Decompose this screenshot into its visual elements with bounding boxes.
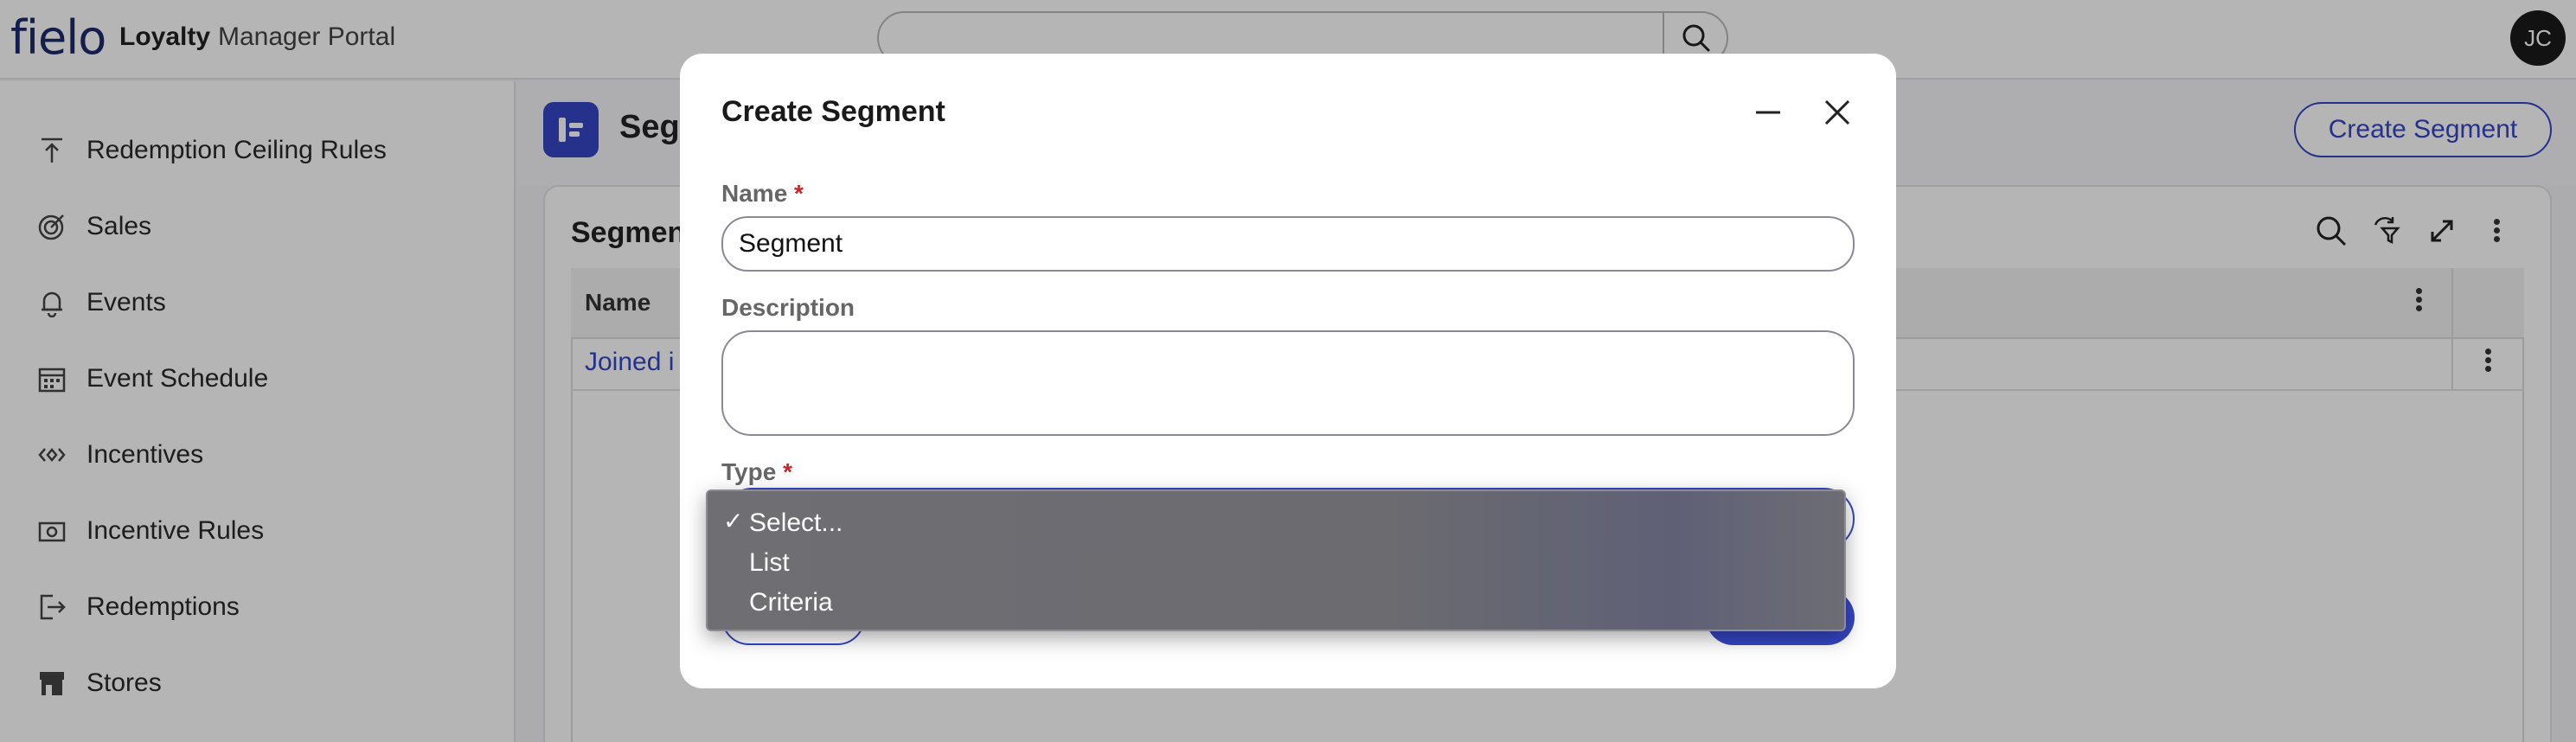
type-field-label: Type * — [721, 458, 792, 486]
dropdown-option-label: Criteria — [749, 588, 833, 617]
description-textarea[interactable] — [721, 330, 1855, 436]
name-field-label: Name * — [721, 180, 804, 208]
checkmark-icon: ✓ — [723, 507, 744, 535]
dropdown-option-label: List — [749, 548, 790, 577]
required-mark: * — [794, 180, 804, 207]
dropdown-option-label: Select... — [749, 509, 843, 537]
type-dropdown-menu: ✓ Select... List Criteria — [706, 489, 1846, 631]
dropdown-option-select[interactable]: ✓ Select... — [708, 503, 1844, 543]
name-label-text: Name — [721, 180, 788, 207]
modal-title: Create Segment — [721, 95, 945, 128]
close-icon[interactable] — [1818, 93, 1856, 131]
dropdown-option-list[interactable]: List — [708, 543, 1844, 583]
type-label-text: Type — [721, 458, 777, 485]
required-mark: * — [783, 458, 792, 485]
description-field-label: Description — [721, 294, 855, 321]
name-input[interactable]: Segment — [721, 216, 1855, 272]
minimize-icon[interactable] — [1749, 93, 1787, 131]
dropdown-option-criteria[interactable]: Criteria — [708, 583, 1844, 623]
